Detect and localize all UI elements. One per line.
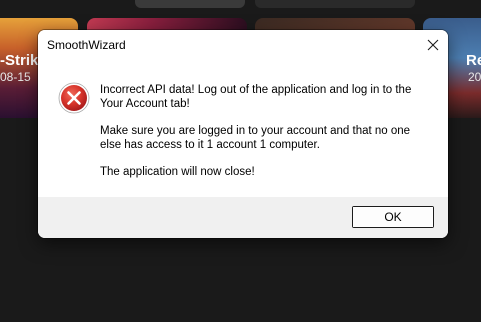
error-dialog: SmoothWizard Incorrect API data! Log out…: [38, 30, 448, 238]
close-icon: [427, 39, 439, 51]
dialog-message: Incorrect API data! Log out of the appli…: [100, 83, 430, 192]
background-card-date: 08-15: [0, 70, 31, 84]
background-strip: [135, 0, 245, 8]
background-card-title: -Strik: [0, 52, 39, 69]
background-card-date: 20: [468, 70, 481, 84]
dialog-titlebar[interactable]: SmoothWizard: [38, 30, 448, 60]
close-button[interactable]: [418, 30, 448, 60]
background-strip: [255, 0, 415, 8]
ok-button[interactable]: OK: [352, 206, 434, 228]
background-card-title: Re: [466, 52, 481, 69]
ok-button-label: OK: [384, 210, 402, 224]
dialog-footer: OK: [38, 197, 448, 238]
error-icon: [58, 82, 90, 114]
message-paragraph: Incorrect API data! Log out of the appli…: [100, 84, 412, 110]
message-paragraph: Make sure you are logged in to your acco…: [100, 125, 411, 151]
dialog-content: Incorrect API data! Log out of the appli…: [38, 60, 448, 197]
message-paragraph: The application will now close!: [100, 166, 255, 178]
dialog-title: SmoothWizard: [47, 38, 126, 52]
